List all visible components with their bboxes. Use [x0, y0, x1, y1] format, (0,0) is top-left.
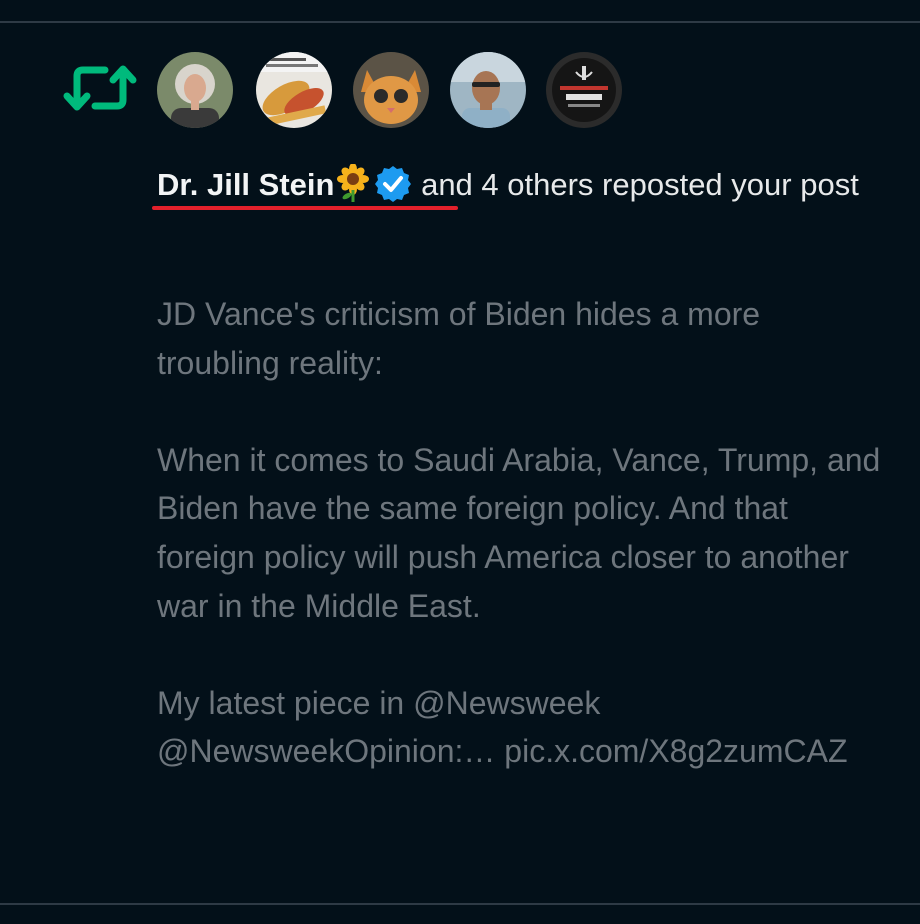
avatar-man[interactable] — [450, 52, 526, 128]
notification-card[interactable]: Dr. Jill Stein and 4 others reposted you… — [0, 0, 920, 924]
avatar-amnesty[interactable] — [546, 52, 622, 128]
post-paragraph: When it comes to Saudi Arabia, Vance, Tr… — [157, 441, 881, 624]
name-underline-annotation — [152, 206, 458, 210]
post-text[interactable]: JD Vance's criticism of Biden hides a mo… — [157, 290, 887, 776]
repost-action-text: and 4 others reposted your post — [421, 167, 859, 202]
post-paragraph: JD Vance's criticism of Biden hides a mo… — [157, 296, 761, 381]
avatar-jill-stein[interactable] — [157, 52, 233, 128]
repost-icon — [63, 65, 137, 111]
post-paragraph: My latest piece in @Newsweek @NewsweekOp… — [157, 684, 848, 770]
repost-headline: Dr. Jill Stein and 4 others reposted you… — [157, 157, 877, 213]
bottom-divider — [0, 903, 920, 905]
avatar-kitten[interactable] — [353, 52, 429, 128]
avatar-food[interactable] — [256, 52, 332, 128]
sunflower-icon — [337, 164, 370, 202]
top-divider — [0, 21, 920, 23]
user-name[interactable]: Dr. Jill Stein — [157, 167, 334, 202]
verified-badge-icon — [375, 166, 412, 202]
